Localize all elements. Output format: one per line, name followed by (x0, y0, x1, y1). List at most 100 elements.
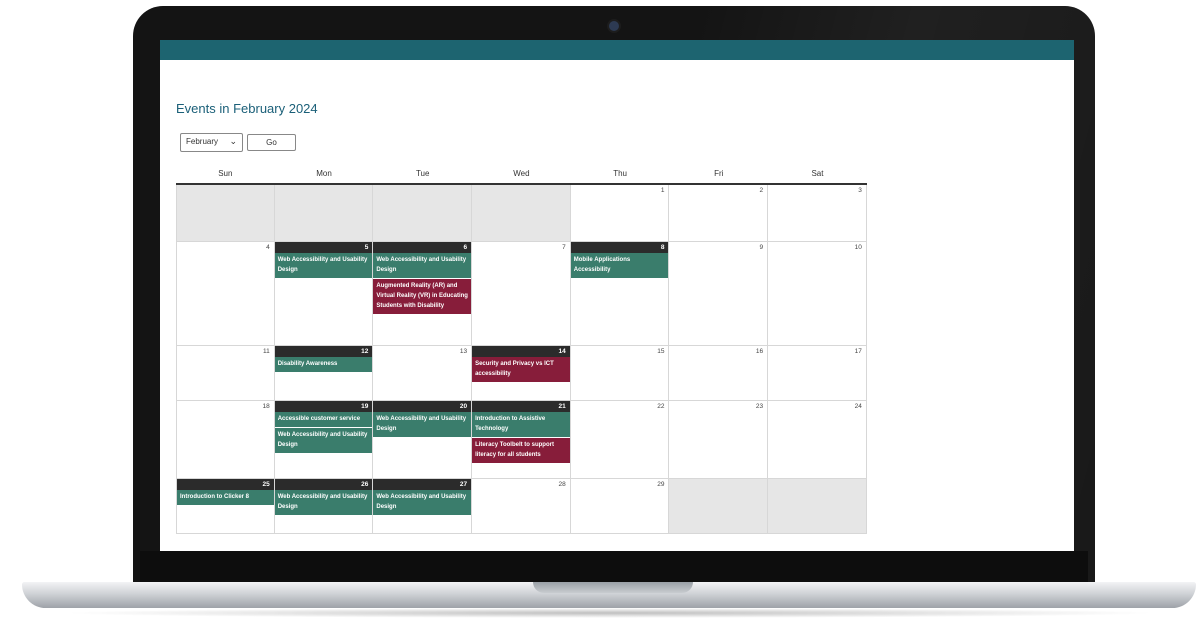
calendar-day-cell[interactable]: 24 (768, 401, 867, 478)
calendar-day-cell[interactable]: 5 Web Accessibility and Usability Design (274, 242, 374, 345)
calendar-empty-cell (373, 185, 473, 241)
day-number: 23 (755, 403, 764, 410)
calendar-event-link[interactable]: Literacy Toolbelt to support literacy fo… (472, 438, 570, 463)
browser-screen: Events in February 2024 February ⌄ Go Su… (160, 40, 1074, 551)
calendar-event-link[interactable]: Mobile Applications Accessibility (570, 253, 669, 278)
calendar-day-cell[interactable]: 8 Mobile Applications Accessibility (570, 242, 670, 345)
calendar-week-row: 18 19 Accessible customer service Web Acces… (176, 401, 867, 479)
calendar-week-row: 4 5 Web Accessibility and Usability Design… (176, 242, 867, 346)
calendar-day-cell[interactable]: 21 Introduction to Assistive Technology Li… (472, 401, 571, 478)
calendar-empty-cell (768, 479, 867, 533)
day-number: 20 (373, 401, 472, 412)
day-number: 14 (472, 346, 570, 357)
day-number: 21 (472, 401, 570, 412)
calendar-day-cell[interactable]: 16 (669, 346, 769, 400)
calendar-event-link[interactable]: Augmented Reality (AR) and Virtual Reali… (373, 279, 472, 314)
day-number: 28 (558, 481, 566, 488)
calendar-empty-cell (472, 185, 571, 241)
calendar-event-link[interactable]: Web Accessibility and Usability Design (373, 253, 472, 278)
calendar-day-cell[interactable]: 2 (669, 185, 769, 241)
calendar-event-link[interactable]: Web Accessibility and Usability Design (373, 412, 472, 437)
day-number: 5 (274, 242, 373, 253)
calendar-day-cell[interactable]: 17 (768, 346, 867, 400)
day-number: 2 (759, 187, 764, 194)
day-number: 6 (373, 242, 472, 253)
calendar-day-cell[interactable]: 12 Disability Awareness (274, 346, 374, 400)
camera-icon (609, 21, 619, 31)
day-number: 26 (274, 479, 373, 490)
day-number: 3 (858, 187, 862, 194)
weekday-label: Tue (415, 169, 430, 178)
calendar-event-link[interactable]: Web Accessibility and Usability Design (274, 490, 373, 515)
calendar-event-link[interactable]: Accessible customer service (274, 412, 373, 427)
calendar-day-cell[interactable]: 26 Web Accessibility and Usability Design (274, 479, 374, 533)
calendar-empty-cell (176, 185, 275, 241)
weekday-label: Mon (316, 169, 332, 178)
calendar-week-row: 11 12 Disability Awareness 13 14 Security and… (176, 346, 867, 401)
calendar-day-cell[interactable]: 14 Security and Privacy vs ICT accessibil… (472, 346, 571, 400)
calendar-event-link[interactable]: Introduction to Clicker 8 (177, 490, 274, 505)
day-number: 7 (562, 244, 566, 251)
laptop-shadow (60, 608, 1160, 618)
day-number: 24 (854, 403, 862, 410)
day-number: 11 (262, 348, 270, 355)
calendar-day-cell[interactable]: 25 Introduction to Clicker 8 (176, 479, 275, 533)
calendar-day-cell[interactable]: 15 (570, 346, 670, 400)
day-number: 18 (262, 403, 270, 410)
calendar-event-link[interactable]: Introduction to Assistive Technology (472, 412, 570, 437)
page-title: Events in February 2024 (176, 101, 318, 116)
calendar-day-cell[interactable]: 28 (472, 479, 571, 533)
chevron-down-icon: ⌄ (229, 136, 237, 146)
calendar-event-link[interactable]: Disability Awareness (274, 357, 373, 372)
calendar-day-cell[interactable]: 23 (669, 401, 769, 478)
laptop-base-notch (533, 582, 693, 593)
day-number: 1 (660, 187, 665, 194)
day-number: 22 (657, 403, 665, 410)
month-select-value: February (186, 137, 219, 146)
calendar-event-link[interactable]: Web Accessibility and Usability Design (274, 428, 373, 453)
calendar-event-link[interactable]: Web Accessibility and Usability Design (373, 490, 472, 515)
calendar-weeks: 1 2 3 4 5 Web Accessibility and Usability Des… (176, 185, 867, 534)
calendar-day-cell[interactable]: 6 Web Accessibility and Usability Design A… (373, 242, 473, 345)
day-number: 13 (459, 348, 468, 355)
day-number: 19 (274, 401, 373, 412)
calendar-day-cell[interactable]: 3 (768, 185, 867, 241)
day-number: 4 (266, 244, 270, 251)
calendar-empty-cell (274, 185, 374, 241)
calendar-day-cell[interactable]: 7 (472, 242, 571, 345)
calendar-day-cell[interactable]: 11 (176, 346, 275, 400)
calendar-day-cell[interactable]: 27 Web Accessibility and Usability Design (373, 479, 473, 533)
day-number: 10 (854, 244, 862, 251)
day-number: 25 (177, 479, 274, 490)
calendar-day-cell[interactable]: 19 Accessible customer service Web Accessi… (274, 401, 374, 478)
calendar-day-cell[interactable]: 18 (176, 401, 275, 478)
calendar-day-cell[interactable]: 4 (176, 242, 275, 345)
day-number: 27 (373, 479, 472, 490)
weekday-header-row: Sun Mon Tue Wed Thu Fri Sat (176, 163, 867, 185)
weekday-label: Sat (811, 169, 824, 178)
calendar-empty-cell (669, 479, 769, 533)
calendar-day-cell[interactable]: 13 (373, 346, 473, 400)
site-header-bar (160, 40, 1074, 60)
month-select[interactable]: February ⌄ (180, 133, 243, 152)
events-calendar: Sun Mon Tue Wed Thu Fri Sat 1 2 3 4 5 Web Accessibi… (176, 163, 867, 534)
day-number: 15 (657, 348, 665, 355)
calendar-day-cell[interactable]: 1 (570, 185, 670, 241)
calendar-event-link[interactable]: Security and Privacy vs ICT accessibilit… (472, 357, 570, 382)
calendar-day-cell[interactable]: 29 (570, 479, 670, 533)
go-button[interactable]: Go (247, 134, 296, 151)
calendar-day-cell[interactable]: 10 (768, 242, 867, 345)
calendar-day-cell[interactable]: 22 (570, 401, 670, 478)
weekday-label: Wed (513, 169, 530, 178)
calendar-day-cell[interactable]: 20 Web Accessibility and Usability Design (373, 401, 473, 478)
calendar-event-link[interactable]: Web Accessibility and Usability Design (274, 253, 373, 278)
day-number: 29 (657, 481, 665, 488)
weekday-label: Thu (613, 169, 627, 178)
calendar-day-cell[interactable]: 9 (669, 242, 769, 345)
calendar-week-row: 25 Introduction to Clicker 8 26 Web Accessi… (176, 479, 867, 534)
weekday-label: Sun (218, 169, 233, 178)
laptop-bezel (140, 551, 1088, 584)
day-number: 17 (854, 348, 862, 355)
day-number: 12 (274, 346, 373, 357)
calendar-week-row: 1 2 3 (176, 185, 867, 242)
